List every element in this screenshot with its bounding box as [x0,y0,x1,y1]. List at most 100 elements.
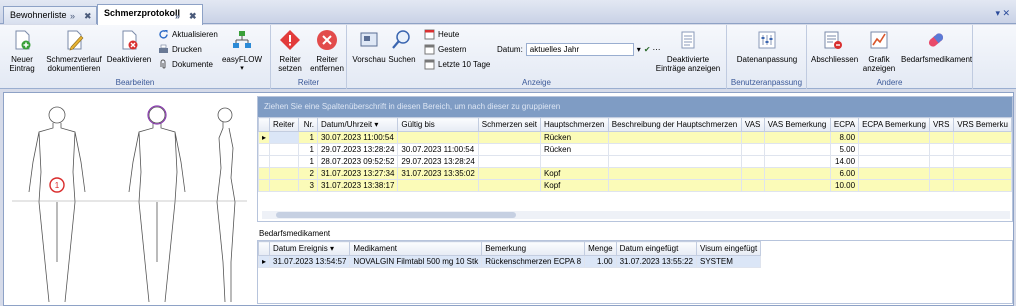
table-cell[interactable] [928,131,955,144]
apply-check-icon[interactable]: ✔ [644,45,651,54]
col-reiter[interactable]: Reiter [269,117,299,132]
table-cell[interactable] [397,131,479,144]
row-indicator[interactable] [257,167,271,180]
col-datum-eingefuegt[interactable]: Datum eingefügt [615,241,698,256]
table-cell[interactable] [607,155,742,168]
col-gueltig-bis[interactable]: Gültig bis [397,117,479,132]
table-row[interactable]: 2 31.07.2023 13:27:34 31.07.2023 13:35:02 K… [257,167,1012,180]
table-cell[interactable] [763,131,831,144]
table-row[interactable]: ▸ 31.07.2023 13:54:57 NOVALGIN Filmtabl 50… [257,255,762,268]
table-cell[interactable] [953,167,1012,180]
table-cell[interactable]: 31.07.2023 13:54:57 [269,255,351,268]
table-cell[interactable] [858,131,930,144]
table-cell[interactable]: SYSTEM [695,255,762,268]
horizontal-scrollbar[interactable] [262,211,1010,219]
table-cell[interactable]: 5.00 [829,143,860,156]
table-cell[interactable]: Rücken [539,143,609,156]
table-cell[interactable]: 8.00 [829,131,860,144]
tab-schmerzprotokoll[interactable]: Schmerzprotokoll » ✖ [97,4,203,25]
close-icon[interactable]: ✖ [84,11,92,22]
row-indicator[interactable]: ▸ [257,131,271,144]
table-cell[interactable]: 29.07.2023 13:28:24 [316,143,399,156]
table-cell[interactable]: 31.07.2023 13:35:02 [397,167,479,180]
col-vas[interactable]: VAS [740,117,765,132]
row-indicator[interactable] [257,155,271,168]
reiter-entfernen-button[interactable]: Reiter entfernen [309,29,345,73]
table-cell[interactable]: 29.07.2023 13:28:24 [397,155,479,168]
bedarfsmedikament-button[interactable]: Bedarfsmedikament [901,29,972,64]
table-cell[interactable] [928,167,955,180]
col-ecpa-bemerkung[interactable]: ECPA Bemerkung [858,117,930,132]
col-menge[interactable]: Menge [584,241,617,256]
table-cell[interactable]: 1.00 [584,255,617,268]
table-cell[interactable]: 3 [297,179,318,192]
table-cell[interactable] [953,131,1012,144]
table-row[interactable]: ▸ 1 30.07.2023 11:00:54 Rücken 8.00 [257,131,1012,144]
pin-icon[interactable]: » [70,11,75,21]
col-vrs-bemerkung[interactable]: VRS Bemerku [953,117,1012,132]
table-cell[interactable] [477,167,541,180]
table-cell[interactable] [607,167,742,180]
table-cell[interactable] [763,143,831,156]
table-row[interactable]: 1 29.07.2023 13:28:24 30.07.2023 11:00:54 R… [257,143,1012,156]
table-cell[interactable]: 31.07.2023 13:55:22 [615,255,698,268]
table-cell[interactable]: 6.00 [829,167,860,180]
reiter-setzen-button[interactable]: Reiter setzen [273,29,307,73]
table-cell[interactable] [269,143,299,156]
table-cell[interactable] [953,155,1012,168]
body-map[interactable]: 1 [7,99,252,304]
datenanpassung-button[interactable]: Datenanpassung [731,29,803,64]
table-row[interactable]: 3 31.07.2023 13:38:17 Kopf 10.00 [257,179,1012,192]
tab-bewohnerliste[interactable]: Bewohnerliste » ✖ [3,6,97,24]
table-cell[interactable]: 30.07.2023 11:00:54 [316,131,399,144]
col-nr[interactable]: Nr. [297,117,318,132]
col-hauptschmerzen[interactable]: Hauptschmerzen [539,117,609,132]
table-cell[interactable] [740,143,765,156]
col-beschreibung[interactable]: Beschreibung der Hauptschmerzen [607,117,742,132]
grafik-anzeigen-button[interactable]: Grafik anzeigen [859,29,899,73]
heute-button[interactable]: Heute [424,29,459,40]
table-cell[interactable] [763,167,831,180]
suchen-button[interactable]: Suchen [387,29,417,64]
row-indicator[interactable] [257,179,271,192]
table-cell[interactable] [477,179,541,192]
col-medikament[interactable]: Medikament [349,241,483,256]
table-cell[interactable] [607,143,742,156]
table-cell[interactable]: 31.07.2023 13:27:34 [316,167,399,180]
table-cell[interactable] [269,155,299,168]
table-cell[interactable]: 31.07.2023 13:38:17 [316,179,399,192]
table-cell[interactable] [953,143,1012,156]
table-cell[interactable]: 10.00 [829,179,860,192]
table-cell[interactable] [477,143,541,156]
easyflow-button[interactable]: easyFLOW ▾ [220,29,264,73]
table-cell[interactable]: NOVALGIN Filmtabl 500 mg 10 Stk [349,255,483,268]
col-vrs[interactable]: VRS [928,117,955,132]
head-marker[interactable] [147,105,167,125]
table-cell[interactable] [607,179,742,192]
table-cell[interactable] [740,167,765,180]
vorschau-button[interactable]: Vorschau [351,29,387,64]
tab-menu-icon[interactable]: ▾ ✕ [995,8,1010,19]
table-cell[interactable] [763,155,831,168]
table-cell[interactable] [858,143,930,156]
dropdown-arrow-icon[interactable]: ▾ [637,45,641,54]
table-cell[interactable] [740,179,765,192]
table-cell[interactable] [607,131,742,144]
row-indicator[interactable]: ▸ [257,255,271,268]
schmerzverlauf-button[interactable]: Schmerzverlauf dokumentieren [44,29,104,73]
table-cell[interactable] [858,155,930,168]
col-datum[interactable]: Datum/Uhrzeit ▾ [316,117,399,132]
table-cell[interactable] [928,155,955,168]
table-cell[interactable] [928,179,955,192]
pin-icon[interactable]: » [175,11,180,21]
table-cell[interactable]: 2 [297,167,318,180]
deaktivieren-button[interactable]: Deaktivieren [106,29,152,64]
table-cell[interactable]: 28.07.2023 09:52:52 [316,155,399,168]
table-cell[interactable] [858,167,930,180]
deaktivierte-anzeigen-button[interactable]: Deaktivierte Einträge anzeigen [653,29,723,73]
table-cell[interactable] [477,131,541,144]
table-cell[interactable] [953,179,1012,192]
row-indicator[interactable] [257,143,271,156]
table-cell[interactable] [858,179,930,192]
scrollbar-thumb[interactable] [276,212,516,218]
